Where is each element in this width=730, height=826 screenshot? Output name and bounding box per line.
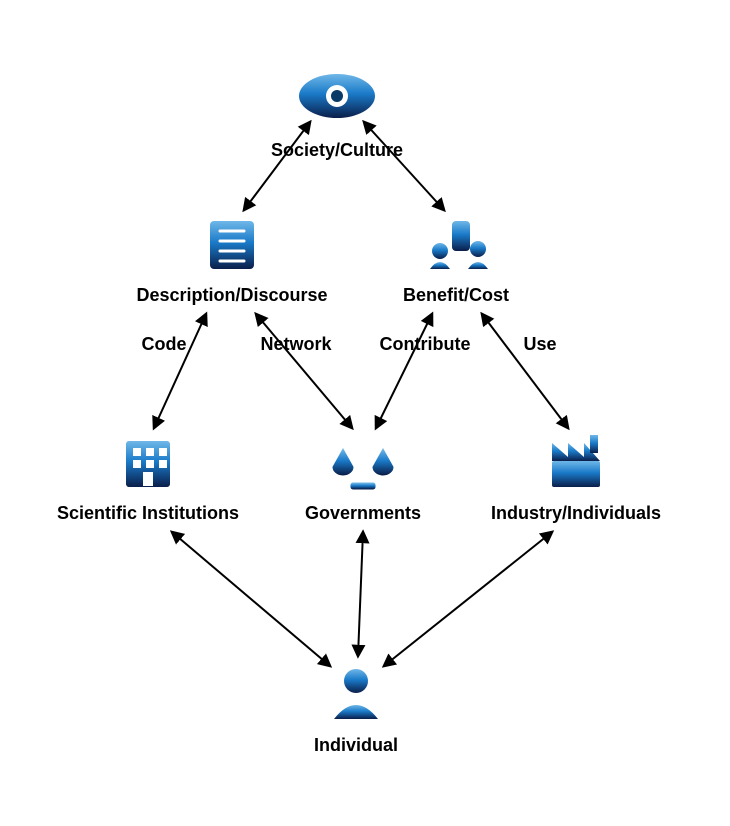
node-governments: Governments bbox=[305, 439, 421, 523]
edge-desc-sci bbox=[154, 314, 206, 428]
list-icon bbox=[210, 221, 254, 269]
label-benefit: Benefit/Cost bbox=[403, 285, 509, 305]
label-individual: Individual bbox=[314, 735, 398, 755]
label-scientific: Scientific Institutions bbox=[57, 503, 239, 523]
label-description: Description/Discourse bbox=[136, 285, 327, 305]
edge-root-benefit bbox=[364, 122, 444, 210]
sub-code: Code bbox=[142, 334, 187, 354]
node-industry: Industry/Individuals bbox=[491, 435, 661, 523]
edge-ind-indiv bbox=[384, 532, 552, 666]
diagram-svg: Society/Culture Description/Discourse Be… bbox=[0, 0, 730, 826]
scales-icon bbox=[333, 439, 393, 489]
edges bbox=[154, 122, 568, 666]
diagram-container: Society/Culture Description/Discourse Be… bbox=[0, 0, 730, 826]
edge-ben-ind bbox=[482, 314, 568, 428]
edge-ben-gov bbox=[376, 314, 432, 428]
people-icon bbox=[430, 221, 488, 269]
label-governments: Governments bbox=[305, 503, 421, 523]
sub-contribute: Contribute bbox=[380, 334, 471, 354]
building-icon bbox=[126, 441, 170, 487]
node-benefit: Benefit/Cost bbox=[403, 221, 509, 305]
sub-network: Network bbox=[260, 334, 332, 354]
node-scientific: Scientific Institutions bbox=[57, 441, 239, 523]
edge-desc-gov bbox=[256, 314, 352, 428]
edge-gov-indiv bbox=[358, 532, 363, 656]
edge-root-desc bbox=[244, 122, 310, 210]
label-industry: Industry/Individuals bbox=[491, 503, 661, 523]
edge-sci-indiv bbox=[172, 532, 330, 666]
sub-use: Use bbox=[523, 334, 556, 354]
node-individual: Individual bbox=[314, 669, 398, 755]
node-description: Description/Discourse bbox=[136, 221, 327, 305]
person-icon bbox=[334, 669, 378, 719]
factory-icon bbox=[552, 435, 600, 487]
eye-icon bbox=[299, 74, 375, 118]
